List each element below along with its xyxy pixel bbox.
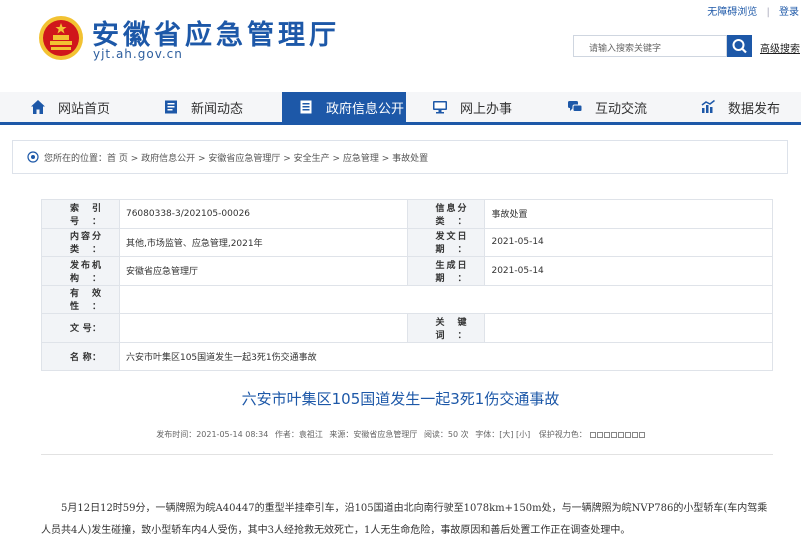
nav-item-online-service[interactable]: 网上办事 [432, 92, 512, 122]
table-row: 内容分类： 其他,市场监管、应急管理,2021年 发文日期： 2021-05-1… [41, 227, 773, 257]
category-value: 事故处置 [484, 199, 773, 229]
nav-item-news[interactable]: 新闻动态 [163, 92, 243, 122]
chart-icon [701, 99, 715, 113]
nav-item-data-release[interactable]: 数据发布 [700, 92, 780, 122]
article-meta: 发布时间：2021-05-14 08:34 作者：袁祖江 来源：安徽省应急管理厅… [0, 429, 801, 440]
meta-source: 来源：安徽省应急管理厅 [329, 430, 418, 439]
color-swatch[interactable] [596, 431, 603, 438]
keyword-label: 关 键 词： [406, 313, 486, 343]
date-value: 2021-05-14 [484, 227, 773, 257]
home-icon [31, 100, 45, 114]
document-icon [300, 100, 312, 114]
table-row: 索 引 号： 76080338-3/202105-00026 信息分类： 事故处… [41, 199, 773, 229]
table-row: 有 效 性： [41, 284, 774, 314]
keyword-value [484, 313, 773, 343]
validity-label: 有 效 性： [41, 284, 120, 314]
color-swatch[interactable] [589, 431, 596, 438]
table-row: 文 号： 关 键 词： [41, 313, 773, 343]
national-emblem-icon [39, 16, 83, 60]
nav-item-label: 政府信息公开 [326, 101, 405, 117]
table-row: 名 称： 六安市叶集区105国道发生一起3死1伤交通事故 [41, 341, 774, 371]
color-swatch[interactable] [603, 431, 610, 438]
table-row: 发布机构： 安徽省应急管理厅 生成日期： 2021-05-14 [41, 256, 773, 286]
eye-protect-label: 保护视力色： [538, 430, 587, 439]
gen-date-value: 2021-05-14 [484, 256, 773, 286]
date-label: 发文日期： [406, 227, 486, 257]
name-label: 名 称： [41, 341, 120, 371]
gen-date-label: 生成日期： [406, 256, 486, 286]
site-header: 安徽省应急管理厅 yjt.ah.gov.cn 无障碍浏览 | 登录 请输入搜索关… [0, 0, 801, 92]
breadcrumb-text[interactable]: 您所在的位置：首 页 > 政府信息公开 > 安徽省应急管理厅 > 安全生产 > … [44, 151, 428, 164]
publisher-value: 安徽省应急管理厅 [118, 256, 408, 286]
doc-number-label: 文 号： [41, 313, 120, 343]
index-label: 索 引 号： [41, 199, 120, 229]
nav-item-label: 数据发布 [728, 101, 781, 117]
meta-reads: 阅读：50 次 [423, 430, 469, 439]
color-swatch[interactable] [617, 431, 624, 438]
monitor-icon [433, 101, 447, 114]
color-swatch[interactable] [631, 431, 638, 438]
chat-icon [568, 101, 583, 112]
nav-item-label: 网上办事 [460, 101, 513, 117]
category-label: 信息分类： [406, 199, 486, 229]
article-title: 六安市叶集区105国道发生一起3死1伤交通事故 [241, 390, 560, 408]
nav-item-label: 互动交流 [595, 101, 648, 117]
meta-published: 发布时间：2021-05-14 08:34 [156, 430, 269, 439]
advanced-search-link[interactable]: 高级搜索 [760, 40, 800, 55]
search-icon [732, 39, 747, 54]
nav-item-label: 新闻动态 [191, 101, 244, 117]
link-separator: | [766, 7, 770, 18]
nav-item-home[interactable]: 网站首页 [30, 92, 110, 122]
search-button[interactable] [727, 35, 752, 57]
location-icon [27, 151, 39, 163]
search-input[interactable]: 请输入搜索关键字 [573, 35, 727, 57]
meta-eye-protect: 保护视力色： [537, 430, 645, 439]
name-value: 六安市叶集区105国道发生一起3死1伤交通事故 [118, 341, 774, 371]
article-body: 5月12日12时59分，一辆牌照为皖A40447的重型半挂牵引车，沿105国道由… [41, 503, 768, 536]
color-swatch[interactable] [610, 431, 617, 438]
site-domain: yjt.ah.gov.cn [93, 47, 183, 61]
color-swatch[interactable] [624, 431, 631, 438]
divider [41, 454, 773, 455]
color-swatch[interactable] [638, 431, 645, 438]
accessibility-link[interactable]: 无障碍浏览 [707, 7, 757, 18]
nav-item-interaction[interactable]: 互动交流 [567, 92, 647, 122]
main-nav: 网站首页 新闻动态 政府信息公开 网上办事 互动交流 数据发布 [0, 92, 801, 125]
top-links: 无障碍浏览 | 登录 [701, 3, 799, 18]
document-info-table: 索 引 号： 76080338-3/202105-00026 信息分类： 事故处… [41, 199, 774, 371]
font-size-controls[interactable]: 字体：[大] [小] [475, 430, 530, 439]
validity-value [118, 284, 774, 314]
nav-item-gov-info[interactable]: 政府信息公开 [282, 92, 406, 122]
publisher-label: 发布机构： [41, 256, 120, 286]
nav-item-label: 网站首页 [58, 101, 111, 117]
login-link[interactable]: 登录 [779, 7, 799, 18]
content-value: 其他,市场监管、应急管理,2021年 [118, 227, 408, 257]
doc-number-value [118, 313, 408, 343]
news-icon [165, 100, 177, 114]
index-value: 76080338-3/202105-00026 [118, 199, 408, 229]
meta-author: 作者：袁祖江 [274, 430, 323, 439]
breadcrumb: 您所在的位置：首 页 > 政府信息公开 > 安徽省应急管理厅 > 安全生产 > … [12, 140, 788, 174]
content-label: 内容分类： [41, 227, 120, 257]
